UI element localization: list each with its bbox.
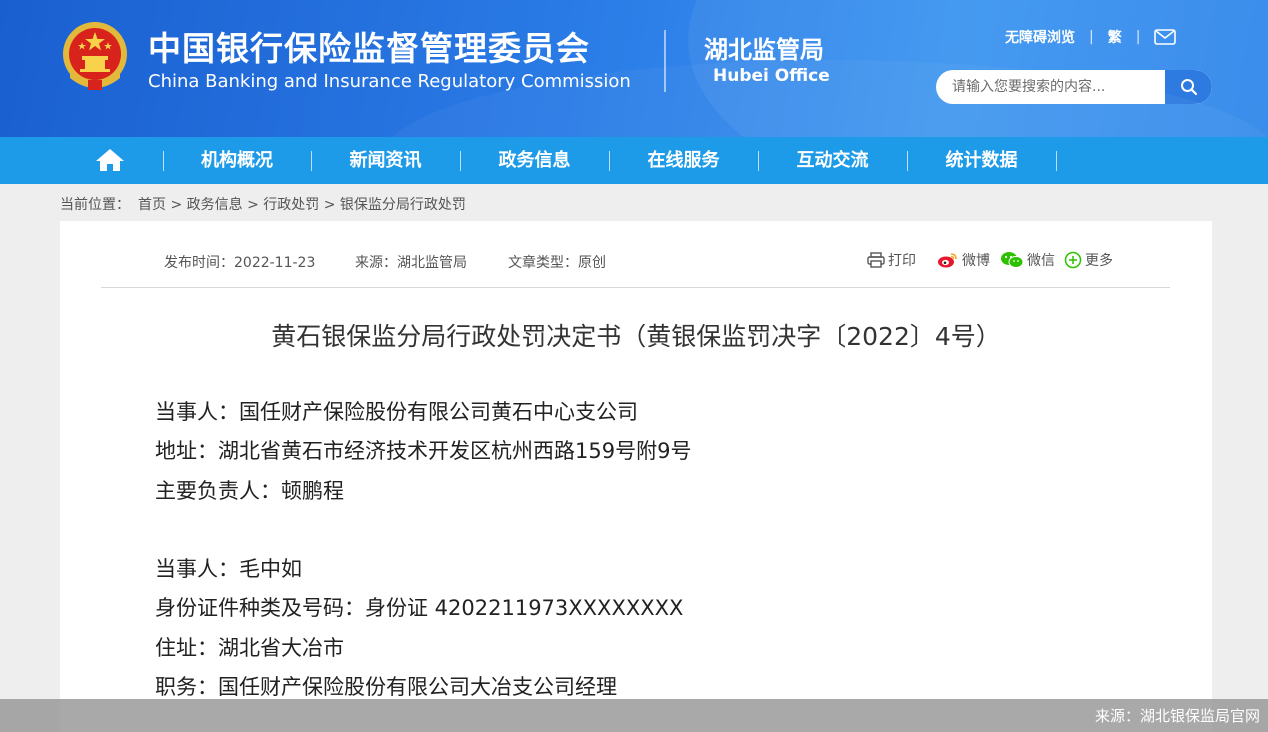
breadcrumb-separator: > xyxy=(319,197,340,213)
nav-item-interaction[interactable]: 互动交流 xyxy=(758,137,907,184)
weibo-label: 微博 xyxy=(962,253,990,269)
party-person-line: 当事人：毛中如 xyxy=(155,557,302,581)
share-more-button[interactable]: 更多 xyxy=(1064,250,1113,270)
printer-icon xyxy=(867,252,885,268)
article-type: 文章类型：原创 xyxy=(508,255,606,271)
share-wechat-button[interactable]: 微信 xyxy=(1000,250,1055,270)
breadcrumb-penalties[interactable]: 行政处罚 xyxy=(263,197,319,213)
mail-icon[interactable] xyxy=(1154,29,1177,45)
breadcrumb: 当前位置： 首页 > 政务信息 > 行政处罚 > 银保监分局行政处罚 xyxy=(60,194,466,214)
breadcrumb-separator: > xyxy=(166,197,187,213)
breadcrumb-home[interactable]: 首页 xyxy=(138,197,166,213)
top-links: 无障碍浏览 | 繁 | xyxy=(1005,26,1177,48)
main-nav: 机构概况 新闻资讯 政务信息 在线服务 互动交流 统计数据 xyxy=(0,137,1268,184)
id-number-line: 身份证件种类及号码：身份证 4202211973XXXXXXXX xyxy=(155,596,684,620)
site-title-en[interactable]: China Banking and Insurance Regulatory C… xyxy=(148,71,631,92)
nav-item-government-info[interactable]: 政务信息 xyxy=(460,137,609,184)
site-header: 中国银行保险监督管理委员会 China Banking and Insuranc… xyxy=(0,0,1268,137)
office-name-en[interactable]: Hubei Office xyxy=(713,66,830,86)
article-source: 来源：湖北监管局 xyxy=(355,255,467,271)
search-button[interactable] xyxy=(1165,70,1212,104)
breadcrumb-label: 当前位置： xyxy=(60,197,130,213)
weibo-icon xyxy=(938,253,957,268)
publish-time: 发布时间：2022-11-23 xyxy=(164,255,316,271)
national-emblem-icon[interactable] xyxy=(60,20,130,92)
header-divider xyxy=(664,30,666,92)
address-line: 地址：湖北省黄石市经济技术开发区杭州西路159号附9号 xyxy=(155,439,692,463)
nav-item-news[interactable]: 新闻资讯 xyxy=(311,137,460,184)
nav-item-statistics[interactable]: 统计数据 xyxy=(907,137,1056,184)
breadcrumb-branch-penalties[interactable]: 银保监分局行政处罚 xyxy=(340,197,466,213)
search-icon xyxy=(1180,79,1197,96)
responsible-person-line: 主要负责人：顿鹏程 xyxy=(155,479,344,503)
more-label: 更多 xyxy=(1085,253,1113,269)
nav-item-online-services[interactable]: 在线服务 xyxy=(609,137,758,184)
traditional-chinese-link[interactable]: 繁 xyxy=(1108,27,1122,47)
link-separator: | xyxy=(1135,29,1141,45)
breadcrumb-government-info[interactable]: 政务信息 xyxy=(187,197,243,213)
article-title: 黄石银保监分局行政处罚决定书（黄银保监罚决字〔2022〕4号） xyxy=(271,322,1001,351)
link-separator: | xyxy=(1089,29,1094,45)
site-title-cn[interactable]: 中国银行保险监督管理委员会 xyxy=(148,22,590,70)
breadcrumb-separator: > xyxy=(242,197,264,213)
wechat-icon xyxy=(1001,252,1024,268)
nav-separator xyxy=(1056,151,1057,171)
search-box xyxy=(936,70,1212,104)
print-label: 打印 xyxy=(888,253,916,269)
accessibility-link[interactable]: 无障碍浏览 xyxy=(1005,27,1075,47)
nav-item-about[interactable]: 机构概况 xyxy=(163,137,311,184)
source-watermark: 来源：湖北银保监局官网 xyxy=(1094,707,1260,725)
office-name-cn[interactable]: 湖北监管局 xyxy=(704,30,824,65)
meta-divider xyxy=(101,287,1170,288)
residence-line: 住址：湖北省大冶市 xyxy=(155,636,344,660)
share-weibo-button[interactable]: 微博 xyxy=(937,250,990,270)
print-button[interactable]: 打印 xyxy=(867,250,916,270)
source-watermark-bar: 来源：湖北银保监局官网 xyxy=(0,699,1268,732)
position-line: 职务：国任财产保险股份有限公司大冶支公司经理 xyxy=(155,675,617,699)
wechat-label: 微信 xyxy=(1027,253,1055,269)
home-icon[interactable] xyxy=(94,147,126,173)
plus-circle-icon xyxy=(1064,251,1082,269)
article-container: 发布时间：2022-11-23 来源：湖北监管局 文章类型：原创 打印 微博 微 xyxy=(60,221,1212,732)
party-name-line: 当事人：国任财产保险股份有限公司黄石中心支公司 xyxy=(155,400,638,424)
search-input[interactable] xyxy=(936,70,1165,104)
